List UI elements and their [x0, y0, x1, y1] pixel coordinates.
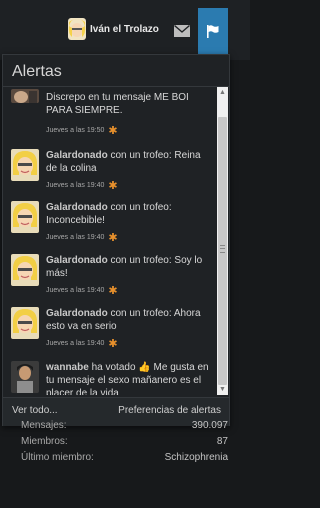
- stat-row: Miembros: 87: [21, 436, 228, 447]
- star-icon: ✱: [108, 180, 118, 192]
- alert-text: Galardonado con un trofeo: Ahora esto va…: [46, 308, 201, 332]
- avatar[interactable]: [11, 201, 39, 233]
- star-icon: ✱: [108, 285, 118, 297]
- thumbs-up-icon: 👍: [138, 362, 151, 373]
- mail-icon[interactable]: [174, 24, 190, 37]
- user-avatar[interactable]: [68, 18, 86, 40]
- scroll-down-arrow-icon[interactable]: ▼: [217, 384, 228, 395]
- list-item[interactable]: Galardonado con un trofeo: Ahora esto va…: [3, 303, 217, 355]
- alert-text: wannabe ha votado 👍 Me gusta en tu mensa…: [46, 362, 209, 395]
- alert-text: Galardonado con un trofeo: Inconcebible!: [46, 202, 172, 226]
- alert-user[interactable]: wannabe: [46, 362, 89, 373]
- list-item[interactable]: Galardonado con un trofeo: Inconcebible!…: [3, 197, 217, 249]
- scrollbar-thumb[interactable]: [218, 117, 227, 385]
- flag-icon: [207, 24, 219, 38]
- avatar[interactable]: [11, 254, 39, 286]
- star-icon: ✱: [108, 338, 118, 350]
- list-item[interactable]: Discrepo en tu mensaje ME BOI PARA SIEMP…: [3, 87, 217, 137]
- stat-row: Mensajes: 390.097: [21, 420, 228, 431]
- alert-text: Galardonado con un trofeo: Soy lo más!: [46, 255, 203, 279]
- alert-text: Galardonado con un trofeo: Reina de la c…: [46, 150, 201, 174]
- username-link[interactable]: Iván el Trolazo: [90, 24, 159, 35]
- alerts-list[interactable]: Discrepo en tu mensaje ME BOI PARA SIEMP…: [3, 87, 217, 395]
- alert-time: Jueves a las 19:40 ✱: [46, 180, 118, 192]
- avatar[interactable]: [11, 307, 39, 339]
- alert-user[interactable]: Galardonado: [46, 202, 108, 213]
- scroll-up-arrow-icon[interactable]: ▲: [217, 87, 228, 98]
- alert-user[interactable]: Galardonado: [46, 308, 108, 319]
- list-item[interactable]: Galardonado con un trofeo: Reina de la c…: [3, 145, 217, 197]
- alert-time: Jueves a las 19:40 ✱: [46, 285, 118, 297]
- top-bar: Iván el Trolazo: [0, 0, 250, 60]
- forum-stats: Mensajes: 390.097 Miembros: 87 Último miem…: [14, 420, 228, 468]
- avatar[interactable]: [11, 149, 39, 181]
- alert-user[interactable]: Galardonado: [46, 255, 108, 266]
- scrollbar[interactable]: ▲ ▼: [217, 87, 228, 395]
- avatar[interactable]: [11, 361, 39, 393]
- stat-row: Último miembro: Schizophrenia: [21, 452, 228, 463]
- alerts-popup: Alertas Discrepo en tu mensaje ME BOI PA…: [2, 54, 230, 426]
- alert-text: Discrepo en tu mensaje ME BOI PARA SIEMP…: [46, 92, 189, 116]
- list-item[interactable]: Galardonado con un trofeo: Soy lo más! J…: [3, 250, 217, 302]
- list-item[interactable]: wannabe ha votado 👍 Me gusta en tu mensa…: [3, 357, 217, 395]
- avatar[interactable]: [11, 89, 39, 103]
- star-icon: ✱: [108, 125, 118, 137]
- alert-user[interactable]: Galardonado: [46, 150, 108, 161]
- alert-time: Jueves a las 19:40 ✱: [46, 338, 118, 350]
- popup-title: Alertas: [12, 63, 62, 80]
- alerts-tab[interactable]: [198, 8, 228, 54]
- star-icon: ✱: [108, 232, 118, 244]
- grip-icon: [220, 245, 225, 253]
- alert-time: Jueves a las 19:40 ✱: [46, 232, 118, 244]
- alert-time: Jueves a las 19:50 ✱: [46, 125, 118, 137]
